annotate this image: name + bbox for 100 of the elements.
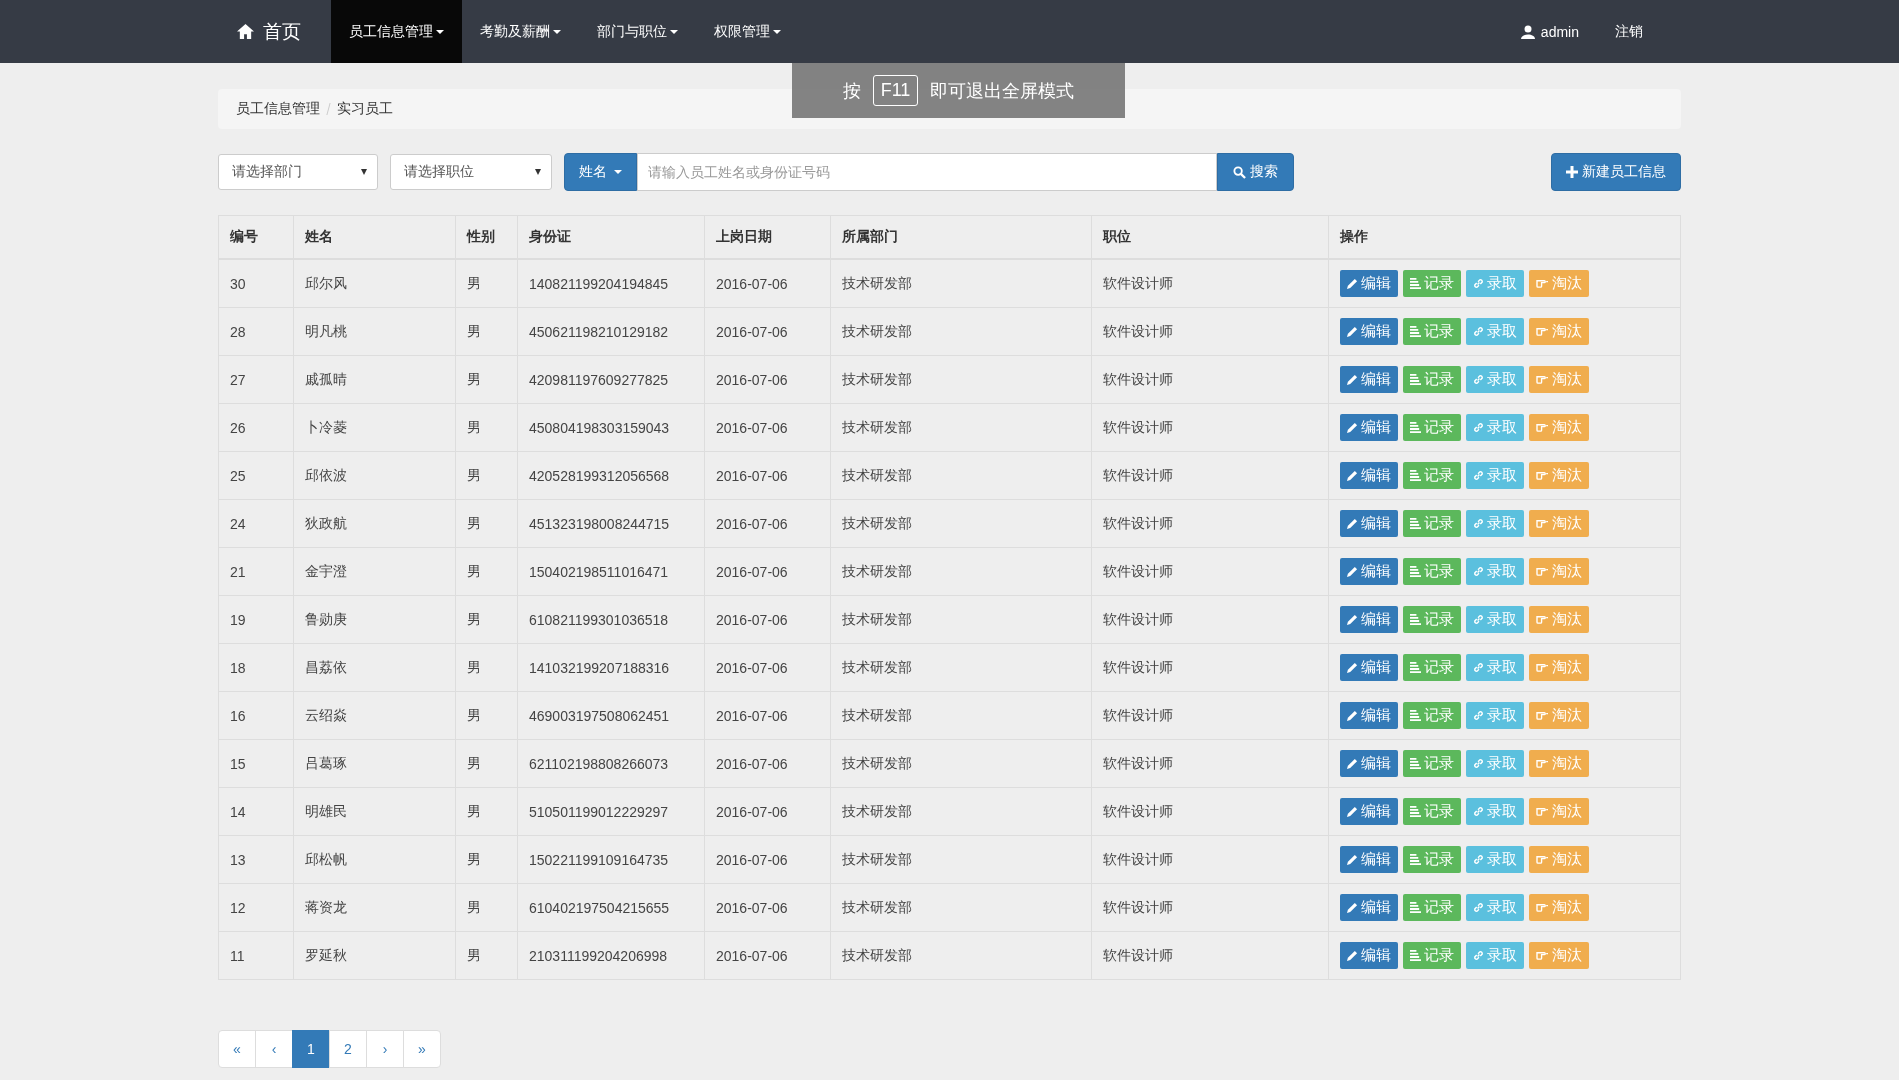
edit-button[interactable]: 编辑 [1340,798,1398,825]
hire-button[interactable]: 录取 [1466,318,1524,345]
record-button[interactable]: 记录 [1403,606,1461,633]
table-cell: 210311199204206998 [517,931,705,980]
hire-button[interactable]: 录取 [1466,510,1524,537]
new-employee-button[interactable]: 新建员工信息 [1551,153,1681,191]
dismiss-button[interactable]: 淘汰 [1529,846,1589,873]
edit-button[interactable]: 编辑 [1340,510,1398,537]
edit-button[interactable]: 编辑 [1340,606,1398,633]
search-by-dropdown[interactable]: 姓名 [564,153,637,191]
table-cell: 男 [455,931,518,980]
logout-link[interactable]: 注销 [1597,0,1681,63]
dismiss-button[interactable]: 淘汰 [1529,798,1589,825]
hire-button[interactable]: 录取 [1466,462,1524,489]
table-cell: 2016-07-06 [704,355,831,404]
hire-button[interactable]: 录取 [1466,942,1524,969]
dismiss-button[interactable]: 淘汰 [1529,318,1589,345]
link-icon [1473,950,1484,961]
record-button[interactable]: 记录 [1403,654,1461,681]
edit-button[interactable]: 编辑 [1340,942,1398,969]
record-button[interactable]: 记录 [1403,846,1461,873]
edit-button[interactable]: 编辑 [1340,894,1398,921]
edit-button[interactable]: 编辑 [1340,846,1398,873]
dismiss-button[interactable]: 淘汰 [1529,558,1589,585]
table-cell: 邱松帆 [293,835,456,884]
record-button[interactable]: 记录 [1403,558,1461,585]
edit-button[interactable]: 编辑 [1340,462,1398,489]
hire-button[interactable]: 录取 [1466,558,1524,585]
hire-button[interactable]: 录取 [1466,414,1524,441]
link-icon [1473,854,1484,865]
nav-menu[interactable]: 考勤及薪酬 [462,0,579,63]
hand-pointing-icon [1536,470,1549,481]
page-link[interactable]: › [366,1030,404,1068]
table-cell: 鲁勋庚 [293,595,456,644]
dismiss-button[interactable]: 淘汰 [1529,750,1589,777]
user-link[interactable]: admin [1502,0,1597,63]
page-link[interactable]: « [218,1030,256,1068]
hire-button[interactable]: 录取 [1466,798,1524,825]
hire-button[interactable]: 录取 [1466,750,1524,777]
hire-button[interactable]: 录取 [1466,270,1524,297]
pencil-icon [1347,902,1358,913]
dismiss-button[interactable]: 淘汰 [1529,606,1589,633]
nav-menu[interactable]: 权限管理 [696,0,799,63]
record-button[interactable]: 记录 [1403,798,1461,825]
dismiss-button[interactable]: 淘汰 [1529,366,1589,393]
edit-button[interactable]: 编辑 [1340,702,1398,729]
hire-button[interactable]: 录取 [1466,894,1524,921]
record-button[interactable]: 记录 [1403,414,1461,441]
table-cell: 蒋资龙 [293,883,456,932]
hire-button[interactable]: 录取 [1466,846,1524,873]
record-button[interactable]: 记录 [1403,270,1461,297]
nav-menu[interactable]: 员工信息管理 [331,0,462,63]
page-link[interactable]: 2 [329,1030,367,1068]
dismiss-button[interactable]: 淘汰 [1529,414,1589,441]
department-select[interactable]: 请选择部门 [218,154,378,190]
page-link[interactable]: ‹ [255,1030,293,1068]
record-button[interactable]: 记录 [1403,750,1461,777]
dismiss-button[interactable]: 淘汰 [1529,702,1589,729]
record-button[interactable]: 记录 [1403,462,1461,489]
nav-menu[interactable]: 部门与职位 [579,0,696,63]
record-button[interactable]: 记录 [1403,366,1461,393]
edit-button[interactable]: 编辑 [1340,750,1398,777]
plus-icon [1566,166,1578,178]
table-cell: 2016-07-06 [704,595,831,644]
edit-button[interactable]: 编辑 [1340,366,1398,393]
hire-button[interactable]: 录取 [1466,654,1524,681]
hire-button[interactable]: 录取 [1466,366,1524,393]
table-cell: 469003197508062451 [517,691,705,740]
hire-button[interactable]: 录取 [1466,702,1524,729]
dismiss-button[interactable]: 淘汰 [1529,270,1589,297]
dismiss-button[interactable]: 淘汰 [1529,894,1589,921]
dismiss-button[interactable]: 淘汰 [1529,462,1589,489]
edit-button[interactable]: 编辑 [1340,270,1398,297]
page-link[interactable]: 1 [292,1030,330,1068]
record-button[interactable]: 记录 [1403,702,1461,729]
position-select[interactable]: 请选择职位 [390,154,552,190]
dismiss-button[interactable]: 淘汰 [1529,654,1589,681]
record-button[interactable]: 记录 [1403,894,1461,921]
table-cell: 621102198808266073 [517,739,705,788]
dismiss-button[interactable]: 淘汰 [1529,942,1589,969]
table-cell: 技术研发部 [830,643,1092,692]
search-field[interactable]: 请输入员工姓名或身份证号码 [637,153,1217,191]
table-cell: 男 [455,259,518,308]
record-button[interactable]: 记录 [1403,510,1461,537]
edit-button[interactable]: 编辑 [1340,414,1398,441]
breadcrumb-link[interactable]: 员工信息管理 [236,100,320,118]
dismiss-button[interactable]: 淘汰 [1529,510,1589,537]
record-button[interactable]: 记录 [1403,942,1461,969]
search-button[interactable]: 搜索 [1217,153,1294,191]
page-link[interactable]: » [403,1030,441,1068]
edit-button[interactable]: 编辑 [1340,558,1398,585]
record-button[interactable]: 记录 [1403,318,1461,345]
table-cell: 420528199312056568 [517,451,705,500]
edit-button[interactable]: 编辑 [1340,654,1398,681]
hand-pointing-icon [1536,662,1549,673]
edit-button[interactable]: 编辑 [1340,318,1398,345]
hire-button[interactable]: 录取 [1466,606,1524,633]
list-icon [1410,470,1421,481]
link-icon [1473,902,1484,913]
home-link[interactable]: 首页 [218,0,331,63]
